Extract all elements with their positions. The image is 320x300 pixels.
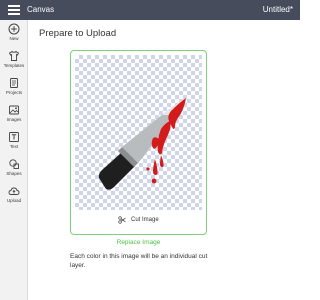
cut-layer-info-text: Each color in this image will be an indi… (70, 253, 208, 269)
main-panel: Prepare to Upload Cut Image Replace Imag… (29, 20, 300, 300)
hamburger-menu-icon[interactable] (8, 5, 20, 15)
plus-circle-icon (8, 23, 20, 35)
image-icon (9, 105, 19, 115)
cut-image-option[interactable]: Cut Image (71, 213, 206, 227)
sidebar: New Templates Projects Images Text Shape… (0, 20, 28, 300)
replace-image-link[interactable]: Replace Image (70, 238, 207, 248)
top-bar: Canvas Untitled* (0, 0, 300, 20)
app-title: Canvas (27, 5, 55, 14)
sidebar-item-projects[interactable]: Projects (0, 77, 28, 103)
cut-image-label: Cut Image (130, 217, 159, 223)
upload-preview-card: Cut Image (70, 50, 207, 235)
sidebar-item-templates[interactable]: Templates (0, 50, 28, 76)
transparent-preview-area (75, 55, 202, 210)
scissors-icon (118, 216, 127, 224)
page-title: Prepare to Upload (39, 28, 117, 39)
text-icon (9, 132, 19, 142)
shapes-icon (9, 159, 19, 169)
sidebar-item-label: Upload (6, 198, 22, 203)
sidebar-item-shapes[interactable]: Shapes (0, 158, 28, 184)
document-title[interactable]: Untitled* (263, 4, 293, 16)
sidebar-item-new[interactable]: New (0, 23, 28, 49)
sidebar-item-label: Shapes (6, 171, 22, 176)
sidebar-item-text[interactable]: Text (0, 131, 28, 157)
projects-icon (10, 78, 18, 88)
sidebar-item-label: New (9, 36, 19, 41)
sidebar-item-upload[interactable]: Upload (0, 185, 28, 211)
upload-cloud-icon (8, 187, 20, 195)
sidebar-item-label: Templates (3, 63, 25, 68)
sidebar-item-label: Text (9, 144, 19, 149)
sidebar-item-label: Images (6, 117, 22, 122)
sidebar-item-images[interactable]: Images (0, 104, 28, 130)
shirt-icon (8, 50, 20, 61)
sidebar-item-label: Projects (5, 90, 23, 95)
bloody-knife-image (98, 98, 186, 190)
